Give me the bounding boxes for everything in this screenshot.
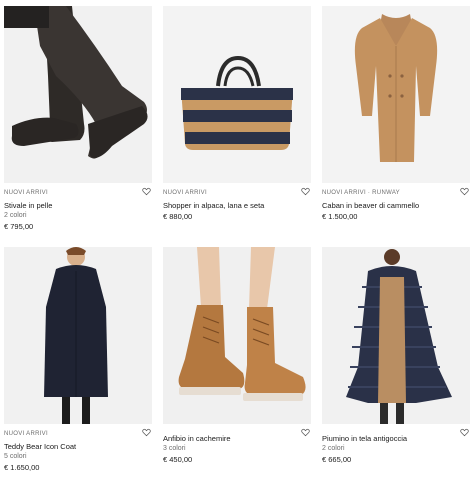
product-card[interactable]: NUOVI ARRIVI Shopper in alpaca, lana e s… bbox=[163, 6, 311, 238]
product-name[interactable]: Caban in beaver di cammello bbox=[322, 200, 470, 211]
product-colors: 2 colori bbox=[322, 445, 345, 452]
product-card[interactable]: NUOVI ARRIVI Stivale in pelle 2 colori €… bbox=[4, 6, 152, 238]
product-price: € 795,00 bbox=[4, 222, 34, 231]
heart-icon[interactable] bbox=[301, 187, 310, 196]
puffer-coat-image bbox=[322, 247, 470, 424]
product-price: € 450,00 bbox=[163, 455, 193, 464]
product-info: NUOVI ARRIVI Shopper in alpaca, lana e s… bbox=[163, 183, 311, 238]
product-info: NUOVI ARRIVI Stivale in pelle 2 colori €… bbox=[4, 183, 152, 238]
product-image[interactable] bbox=[163, 6, 311, 183]
heart-icon[interactable] bbox=[142, 428, 151, 437]
product-card[interactable]: NUOVI ARRIVI · RUNWAY Caban in beaver di… bbox=[322, 6, 470, 238]
product-tag: NUOVI ARRIVI bbox=[4, 190, 48, 196]
heart-icon[interactable] bbox=[460, 187, 469, 196]
leather-boot-image bbox=[4, 6, 152, 183]
heart-icon[interactable] bbox=[460, 428, 469, 437]
product-info: Piumino in tela antigoccia 2 colori € 66… bbox=[322, 424, 470, 479]
product-tag: NUOVI ARRIVI · RUNWAY bbox=[322, 190, 400, 196]
product-colors: 5 colori bbox=[4, 453, 27, 460]
product-price: € 1.500,00 bbox=[322, 212, 358, 221]
product-colors: 2 colori bbox=[4, 212, 27, 219]
product-name[interactable]: Stivale in pelle bbox=[4, 200, 152, 211]
product-info: Anfibio in cachemire 3 colori € 450,00 bbox=[163, 424, 311, 479]
product-price: € 665,00 bbox=[322, 455, 352, 464]
product-image[interactable] bbox=[322, 6, 470, 183]
product-colors: 3 colori bbox=[163, 445, 186, 452]
product-image[interactable] bbox=[163, 247, 311, 424]
ankle-boots-image bbox=[163, 247, 311, 424]
product-tag: NUOVI ARRIVI bbox=[163, 190, 207, 196]
teddy-coat-image bbox=[4, 247, 152, 424]
product-info: NUOVI ARRIVI Teddy Bear Icon Coat 5 colo… bbox=[4, 424, 152, 479]
product-image[interactable] bbox=[4, 247, 152, 424]
product-tag: NUOVI ARRIVI bbox=[4, 431, 48, 437]
product-info: NUOVI ARRIVI · RUNWAY Caban in beaver di… bbox=[322, 183, 470, 238]
product-grid: NUOVI ARRIVI Stivale in pelle 2 colori €… bbox=[4, 6, 470, 479]
product-name[interactable]: Piumino in tela antigoccia bbox=[322, 433, 470, 444]
heart-icon[interactable] bbox=[301, 428, 310, 437]
tote-bag-image bbox=[163, 6, 311, 183]
heart-icon[interactable] bbox=[142, 187, 151, 196]
product-card[interactable]: Piumino in tela antigoccia 2 colori € 66… bbox=[322, 247, 470, 479]
product-card[interactable]: Anfibio in cachemire 3 colori € 450,00 bbox=[163, 247, 311, 479]
product-name[interactable]: Shopper in alpaca, lana e seta bbox=[163, 200, 311, 211]
product-name[interactable]: Anfibio in cachemire bbox=[163, 433, 311, 444]
product-price: € 1.650,00 bbox=[4, 463, 40, 472]
product-image[interactable] bbox=[322, 247, 470, 424]
product-image[interactable] bbox=[4, 6, 152, 183]
product-name[interactable]: Teddy Bear Icon Coat bbox=[4, 441, 152, 452]
camel-coat-image bbox=[322, 6, 470, 183]
product-price: € 880,00 bbox=[163, 212, 193, 221]
product-card[interactable]: NUOVI ARRIVI Teddy Bear Icon Coat 5 colo… bbox=[4, 247, 152, 479]
